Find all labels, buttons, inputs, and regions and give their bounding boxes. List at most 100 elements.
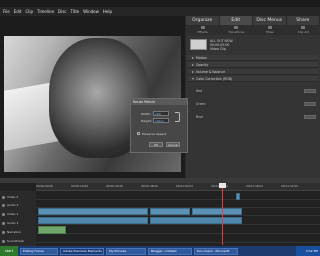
lane-narration[interactable] [36, 226, 320, 234]
tab-organize[interactable]: Organize [186, 16, 220, 25]
tab-edit[interactable]: Edit [219, 16, 253, 25]
clip-type: Video Clip [210, 46, 226, 51]
ok-button[interactable]: OK [149, 142, 163, 147]
menu-edit[interactable]: Edit [14, 9, 22, 14]
track-audio-2[interactable]: Audio 2 [2, 202, 35, 208]
menu-clip[interactable]: Clip [25, 9, 33, 14]
tick-label: 00;00;32;00 [106, 184, 124, 188]
subtab-label: Effects [197, 30, 208, 34]
track-headers: Video 2 Audio 2 Video 1 Audio 1 Narratio… [0, 191, 36, 246]
title-bar [0, 0, 320, 7]
prop-color-correction[interactable]: Color Correction (RGB) [188, 76, 318, 82]
menu-help[interactable]: Help [103, 9, 112, 14]
eye-icon[interactable] [2, 195, 5, 199]
track-video-2[interactable]: Video 2 [2, 194, 35, 200]
system-tray: 3:52 PM [296, 246, 320, 256]
subprop-green: Green [196, 99, 316, 108]
height-field[interactable]: 100.0 [153, 118, 169, 123]
subtab-clip-art[interactable]: Clip Art [287, 25, 320, 35]
time-ruler[interactable]: 00;00;00;00 00;00;16;00 00;00;32;00 00;0… [36, 183, 320, 191]
expand-icon [192, 63, 194, 66]
lane-audio-1[interactable] [36, 217, 320, 225]
taskbar-item[interactable]: Document - Microsoft [194, 247, 238, 255]
music-icon[interactable] [2, 239, 5, 243]
subprop-label: Red [196, 88, 203, 93]
clip-info: ALL OUT NOW 00;00;05;00 Video Clip [190, 37, 316, 52]
lane-video-1[interactable] [36, 208, 320, 216]
speaker-icon[interactable] [2, 203, 5, 207]
link-icon[interactable] [175, 112, 180, 122]
subtab-label: Clip Art [297, 30, 309, 34]
playhead-handle[interactable] [219, 183, 226, 188]
tick-label: 00;00;48;00 [141, 184, 159, 188]
track-label: Video 2 [7, 195, 19, 199]
subprop-value[interactable] [304, 114, 316, 119]
prop-label: Opacity [196, 62, 209, 67]
prop-label: Color Correction (RGB) [196, 76, 233, 81]
tab-disc-menus[interactable]: Disc Menus [253, 16, 287, 25]
tick-label: 00;01;04;02 [176, 184, 194, 188]
clip[interactable] [192, 208, 242, 215]
menu-timeline[interactable]: Timeline [37, 9, 54, 14]
clip[interactable] [236, 193, 240, 200]
timeline-panel: 00;00;00;00 00;00;16;00 00;00;32;00 00;0… [0, 178, 320, 246]
track-label: Audio 1 [7, 221, 19, 225]
lane-soundtrack[interactable] [36, 235, 320, 243]
tab-share[interactable]: Share [286, 16, 320, 25]
taskbar-item[interactable]: Editing Frame [20, 247, 58, 255]
track-narration[interactable]: Narration [2, 229, 35, 235]
start-button[interactable]: start [0, 246, 18, 256]
clip[interactable] [150, 208, 190, 215]
eye-icon[interactable] [2, 212, 5, 216]
clock: 3:52 PM [305, 249, 318, 253]
subtab-label: Titles [265, 30, 274, 34]
subtab-label: Transitions [228, 30, 245, 34]
prop-motion[interactable]: Motion [188, 55, 318, 61]
tick-label: 00;01;52;02 [281, 184, 299, 188]
track-label: Audio 2 [7, 203, 19, 207]
menu-disc[interactable]: Disc [58, 9, 66, 14]
track-label: Video 1 [7, 212, 19, 216]
subprop-value[interactable] [304, 101, 316, 106]
track-label: Soundtrack [7, 239, 25, 243]
collapse-icon [192, 77, 194, 80]
cancel-button[interactable]: Cancel [166, 142, 180, 147]
subtab-titles[interactable]: Titles [253, 25, 287, 35]
effects-icon [200, 26, 205, 29]
clip-name: ALL OUT NOW [210, 38, 233, 43]
prop-volume[interactable]: Volume & Balance [188, 69, 318, 75]
speaker-icon[interactable] [2, 221, 5, 225]
clip[interactable] [38, 217, 148, 224]
panel-tabs: Organize Edit Disc Menus Share [186, 16, 320, 25]
expand-icon [192, 56, 194, 59]
subprop-red: Red [196, 86, 316, 95]
expand-icon [192, 70, 194, 73]
clip-thumbnail [190, 39, 207, 50]
menu-title[interactable]: Title [71, 9, 80, 14]
subtab-transitions[interactable]: Transitions [220, 25, 254, 35]
subprop-value[interactable] [304, 88, 316, 93]
dialog-title: Resize Reticle [131, 99, 187, 105]
taskbar-item[interactable]: Adobe Premiere Elements [60, 247, 104, 255]
track-soundtrack[interactable]: Soundtrack [2, 238, 35, 244]
mic-icon[interactable] [2, 230, 5, 234]
menu-window[interactable]: Window [83, 9, 99, 14]
clip[interactable] [38, 226, 66, 234]
taskbar-item[interactable]: My Pictures [106, 247, 146, 255]
prop-opacity[interactable]: Opacity [188, 62, 318, 68]
panel-subtabs: Effects Transitions Titles Clip Art [186, 25, 320, 35]
clip[interactable] [38, 208, 148, 215]
menu-file[interactable]: File [3, 9, 10, 14]
track-audio-1[interactable]: Audio 1 [2, 220, 35, 226]
track-video-1[interactable]: Video 1 [2, 211, 35, 217]
subtab-effects[interactable]: Effects [186, 25, 220, 35]
subprop-label: Green [196, 101, 206, 106]
taskbar-item[interactable]: Blogger: Untitled [148, 247, 192, 255]
width-label: Width: [141, 112, 151, 116]
monitor-panel [0, 16, 185, 178]
aspect-checkbox[interactable] [137, 132, 140, 135]
width-field[interactable]: 100 [153, 111, 169, 116]
lane-video-2[interactable] [36, 192, 320, 200]
lane-audio-2[interactable] [36, 200, 320, 208]
clip[interactable] [150, 217, 242, 224]
